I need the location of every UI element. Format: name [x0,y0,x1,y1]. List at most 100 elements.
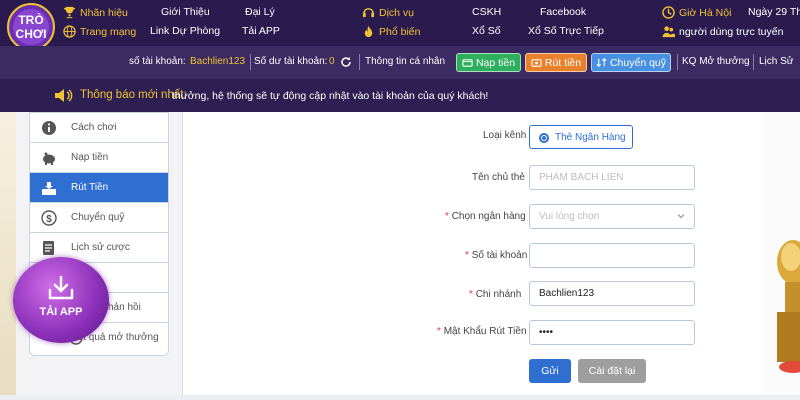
account-value: Bachlien123 [190,56,246,67]
hanoi-time: Giờ Hà Nội [662,6,731,19]
card-holder-input[interactable] [529,165,695,190]
nav-xo-so[interactable]: Xổ Số [472,25,501,37]
users-icon [662,26,675,38]
sidebar-item-label: Chuyển quỹ [71,212,125,223]
nav-pho-bien[interactable]: Phổ biến [362,25,420,38]
bank-card-option[interactable]: Thẻ Ngân Hàng [529,125,633,149]
nav-link-du-phong[interactable]: Link Dự Phòng [150,25,220,37]
bank-select-label: * Chọn ngân hàng [445,211,526,222]
transfer-icon [596,58,607,67]
info-icon [42,121,56,135]
sidebar-item-transfer[interactable]: $ Chuyển quỹ [30,203,168,233]
sidebar-item-how-to-play[interactable]: Cách chơi [30,113,168,143]
download-icon [48,275,74,300]
divider [359,54,360,70]
headset-icon [362,8,375,18]
balance-label: Số dư tài khoản: [254,56,328,67]
svg-text:$: $ [46,214,52,225]
nav-cskh[interactable]: CSKH [472,6,501,18]
flame-icon [364,25,373,38]
deposit-button[interactable]: Nạp tiền [456,53,521,72]
refresh-icon[interactable] [340,56,352,71]
nav-nhan-hieu[interactable]: Nhãn hiệu [63,6,128,19]
required-mark: * [437,326,441,337]
notice-label: Thông báo mới nhất: [80,89,187,101]
nav-cskh-label: CSKH [472,6,502,18]
nav-facebook[interactable]: Facebook [540,6,586,18]
sidebar-item-label: Lịch sử cược [71,242,130,253]
nav-dai-ly[interactable]: Đại Lý [245,6,275,18]
sidebar-item-withdraw[interactable]: Rút Tiền [30,173,168,203]
personal-info-link[interactable]: Thông tin cá nhân [365,56,445,67]
required-mark: * [465,250,469,261]
logo-text-top: TRÒ [18,12,43,27]
nav-facebook-label: Facebook [540,6,587,18]
site-logo[interactable]: TRÒ CHƠI [4,2,58,52]
withdraw-button[interactable]: Rút tiền [525,53,587,72]
bank-card-option-label: Thẻ Ngân Hàng [555,132,626,143]
submit-button[interactable]: Gửi [529,359,571,383]
notice-bar: Thông báo mới nhất: thưởng, hệ thống sẽ … [0,79,800,112]
divider [677,54,678,70]
nav-xo-so-label: Xổ Số [472,25,501,37]
sidebar-item-label: Nạp tiền [71,152,109,163]
nav-dai-ly-label: Đại Lý [245,6,275,18]
nav-dich-vu-label: Dịch vụ [379,6,415,19]
hanoi-time-label: Giờ Hà Nội [679,6,732,19]
results-link[interactable]: KQ Mở thưởng [682,56,750,67]
nav-xo-so-truc-tiep-label: Xổ Số Trực Tiếp [528,25,604,37]
bank-select-label-text: Chọn ngân hàng [451,211,526,222]
page-bottom-edge [0,395,800,400]
nav-gioi-thieu[interactable]: Giới Thiệu [161,6,210,18]
sidebar-item-deposit[interactable]: Nạp tiền [30,143,168,173]
account-label: số tài khoản: [129,56,186,67]
sidebar-item-label: Rút Tiền [71,182,109,193]
branch-input[interactable] [529,281,695,306]
withdraw-icon [42,182,56,195]
clock-icon [662,6,675,19]
transfer-button[interactable]: Chuyển quỹ [591,53,671,72]
radio-selected-icon [539,133,549,143]
transfer-label: Chuyển quỹ [609,56,667,69]
required-mark: * [445,211,449,222]
logo-text-bottom: CHƠI [16,27,47,41]
online-users-label: người dùng trực tuyến [679,25,784,38]
nav-tai-app[interactable]: Tải APP [242,25,280,37]
divider [753,54,754,70]
top-navigation: TRÒ CHƠI Nhãn hiệu Giới Thiệu Đại Lý Dịc… [0,0,800,51]
sidebar-item-label: Cách chơi [71,122,117,133]
piggy-bank-icon [43,152,55,165]
withdraw-password-input[interactable] [529,320,695,345]
reset-button[interactable]: Cài đặt lại [578,359,646,383]
left-decoration [0,112,16,400]
bank-select-dropdown[interactable]: Vui lòng chọn [529,204,695,229]
nav-xo-so-truc-tiep[interactable]: Xổ Số Trực Tiếp [528,25,604,37]
branch-label-text: Chi nhánh [475,289,522,300]
user-account-bar: số tài khoản: Bachlien123 Số dư tài khoả… [0,46,800,79]
nav-trang-mang-label: Trang mạng [80,25,137,38]
trophy-icon [63,6,76,19]
nav-dich-vu[interactable]: Dịch vụ [362,6,414,19]
bank-select-placeholder: Vui lòng chọn [539,211,600,222]
required-mark: * [469,289,473,300]
globe-icon [63,25,76,38]
account-number-input[interactable] [529,243,695,268]
download-app-label: TẢI APP [39,306,83,318]
notice-text: thưởng, hệ thống sẽ tự động cập nhật vào… [172,90,489,102]
download-app-button[interactable]: TẢI APP [13,257,109,343]
dollar-icon: $ [41,210,57,226]
divider [250,54,251,70]
balance-value: 0 [329,56,335,67]
history-link[interactable]: Lịch Sử [759,56,794,67]
nav-gioi-thieu-label: Giới Thiệu [161,6,210,18]
current-date-label: Ngày 29 Th [748,6,800,18]
nav-tai-app-label: Tải APP [242,25,280,37]
nav-nhan-hieu-label: Nhãn hiệu [80,6,128,19]
chevron-down-icon [677,214,685,219]
trophy-decoration [777,240,800,373]
nav-pho-bien-label: Phổ biến [379,25,421,38]
right-decoration [763,112,800,400]
nav-trang-mang[interactable]: Trang mạng [63,25,136,38]
account-number-label: * Số tài khoản [465,250,527,261]
branch-label: * Chi nhánh [469,289,521,300]
